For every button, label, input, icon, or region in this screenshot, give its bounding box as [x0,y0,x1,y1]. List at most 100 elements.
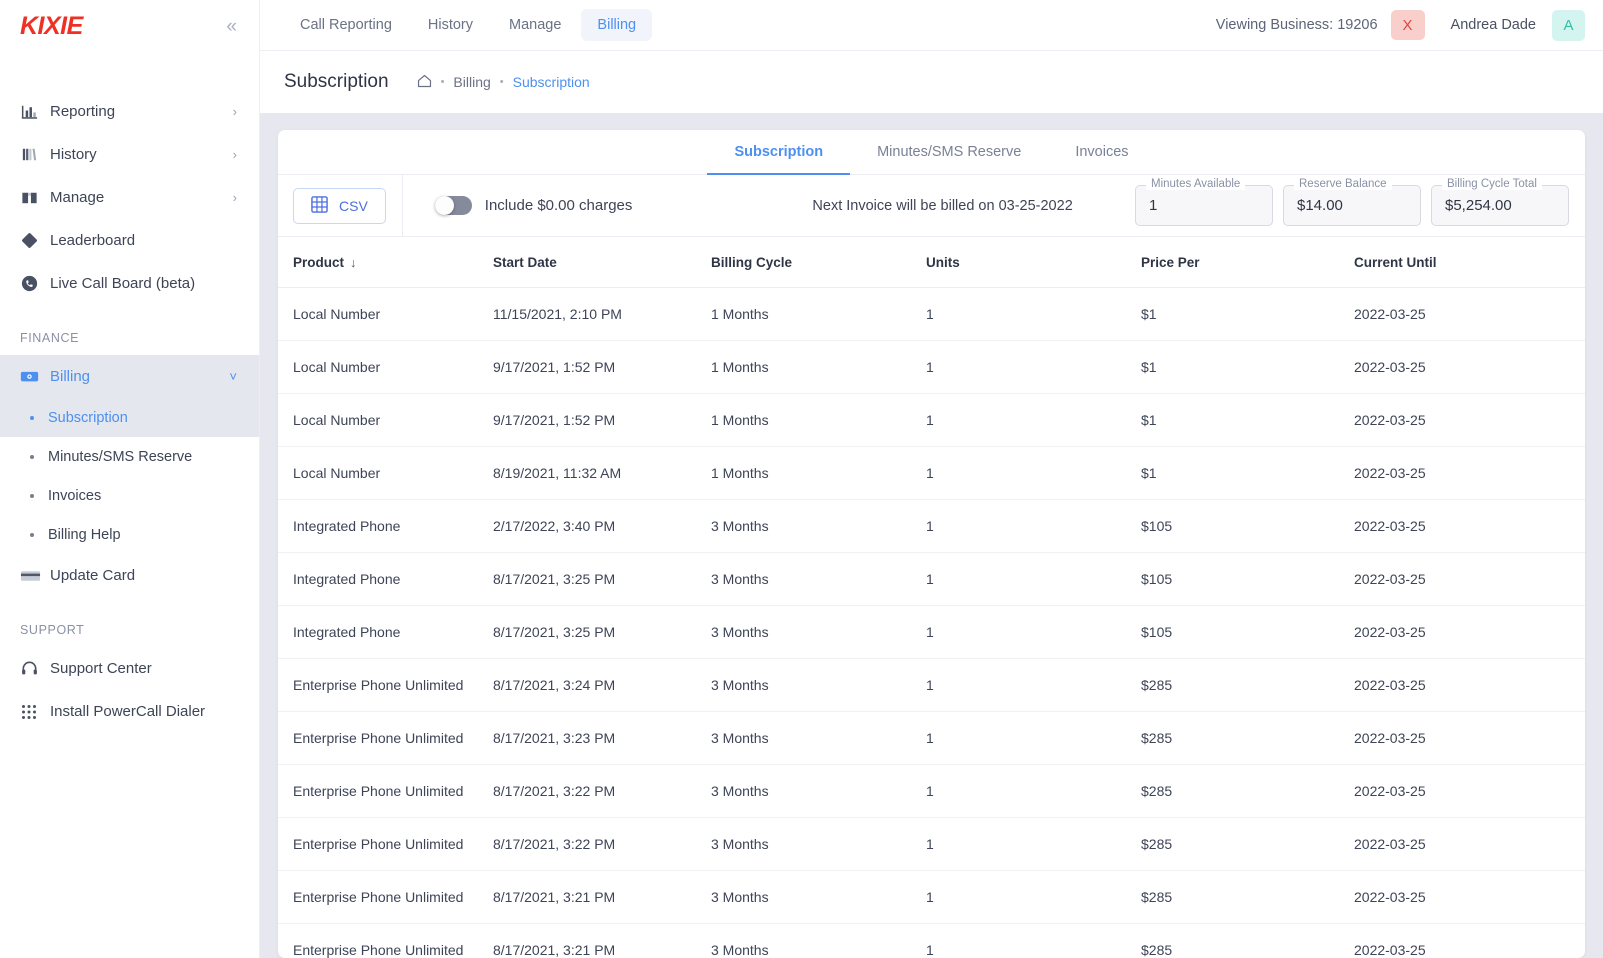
card-tabs: Subscription Minutes/SMS Reserve Invoice… [278,130,1585,175]
card-toolbar: CSV Include $0.00 charges Next Invoice w… [278,175,1585,237]
tab-invoices[interactable]: Invoices [1048,131,1155,175]
home-icon[interactable] [417,74,432,91]
column-header-current-until[interactable]: Current Until [1354,237,1585,288]
table-row[interactable]: Enterprise Phone Unlimited8/17/2021, 3:2… [278,818,1585,871]
tab-call-reporting[interactable]: Call Reporting [284,9,408,41]
cell-units: 1 [926,712,1141,765]
table-row[interactable]: Enterprise Phone Unlimited8/17/2021, 3:2… [278,924,1585,958]
sidebar-item-invoices[interactable]: Invoices [0,476,259,515]
cell-start-date: 8/19/2021, 11:32 AM [493,447,711,500]
table-row[interactable]: Enterprise Phone Unlimited8/17/2021, 3:2… [278,871,1585,924]
tab-history[interactable]: History [412,9,489,41]
top-bar-right: Viewing Business: 19206 X Andrea Dade A [1216,10,1585,41]
cell-billing-cycle: 1 Months [711,394,926,447]
sidebar-item-live-call-board[interactable]: Live Call Board (beta) [0,262,259,305]
cell-units: 1 [926,924,1141,958]
toolbar-divider [402,175,403,237]
breadcrumb-separator: • [441,76,445,88]
column-header-units[interactable]: Units [926,237,1141,288]
cell-product: Integrated Phone [278,553,493,606]
sidebar-item-billing[interactable]: Billing ˅ [0,355,259,398]
sidebar-subitem-label: Invoices [48,488,101,504]
cell-billing-cycle: 1 Months [711,447,926,500]
tab-billing[interactable]: Billing [581,9,652,41]
table-row[interactable]: Enterprise Phone Unlimited8/17/2021, 3:2… [278,712,1585,765]
subscription-table: Product↓ Start Date Billing Cycle Units … [278,237,1585,958]
cell-current-until: 2022-03-25 [1354,447,1585,500]
table-row[interactable]: Integrated Phone2/17/2022, 3:40 PM3 Mont… [278,500,1585,553]
stat-label: Minutes Available [1146,178,1245,190]
sidebar-subitem-label: Minutes/SMS Reserve [48,449,192,465]
sidebar-item-history[interactable]: History › [0,133,259,176]
table-head: Product↓ Start Date Billing Cycle Units … [278,237,1585,288]
tab-minutes-sms-reserve[interactable]: Minutes/SMS Reserve [850,131,1048,175]
sidebar-item-reporting[interactable]: Reporting › [0,90,259,133]
sidebar-item-label: Support Center [50,660,237,677]
table-row[interactable]: Local Number8/19/2021, 11:32 AM1 Months1… [278,447,1585,500]
cell-units: 1 [926,500,1141,553]
tab-manage[interactable]: Manage [493,9,577,41]
cell-start-date: 8/17/2021, 3:25 PM [493,553,711,606]
table-row[interactable]: Integrated Phone8/17/2021, 3:25 PM3 Mont… [278,553,1585,606]
chevron-right-icon: › [233,190,237,205]
sidebar-item-billing-help[interactable]: Billing Help [0,515,259,554]
table-body: Local Number11/15/2021, 2:10 PM1 Months1… [278,288,1585,958]
cell-current-until: 2022-03-25 [1354,341,1585,394]
breadcrumb-item-billing[interactable]: Billing [453,74,490,90]
cell-price-per: $1 [1141,447,1354,500]
cell-product: Enterprise Phone Unlimited [278,659,493,712]
table-row[interactable]: Integrated Phone8/17/2021, 3:25 PM3 Mont… [278,606,1585,659]
chevron-right-icon: › [233,147,237,162]
column-label: Product [293,255,344,270]
table-row[interactable]: Enterprise Phone Unlimited8/17/2021, 3:2… [278,765,1585,818]
cell-start-date: 8/17/2021, 3:21 PM [493,924,711,958]
cell-price-per: $1 [1141,394,1354,447]
column-header-billing-cycle[interactable]: Billing Cycle [711,237,926,288]
breadcrumb: • Billing • Subscription [417,74,590,91]
cell-price-per: $1 [1141,288,1354,341]
table-row[interactable]: Enterprise Phone Unlimited8/17/2021, 3:2… [278,659,1585,712]
dialpad-icon [20,703,50,721]
cell-current-until: 2022-03-25 [1354,871,1585,924]
sidebar-item-minutes-sms-reserve[interactable]: Minutes/SMS Reserve [0,437,259,476]
tab-subscription[interactable]: Subscription [707,131,850,175]
cell-units: 1 [926,871,1141,924]
sidebar-item-label: Update Card [50,567,237,584]
cell-units: 1 [926,288,1141,341]
cell-price-per: $285 [1141,871,1354,924]
wallet-icon [20,369,50,385]
cell-units: 1 [926,765,1141,818]
sidebar-item-leaderboard[interactable]: Leaderboard [0,219,259,262]
cell-start-date: 9/17/2021, 1:52 PM [493,394,711,447]
bullet-icon [30,416,34,420]
stat-reserve-balance: Reserve Balance $14.00 [1283,185,1421,226]
column-header-product[interactable]: Product↓ [278,237,493,288]
avatar[interactable]: A [1552,10,1585,41]
cell-billing-cycle: 1 Months [711,341,926,394]
sidebar-item-manage[interactable]: Manage › [0,176,259,219]
close-business-button[interactable]: X [1391,10,1425,40]
cell-product: Integrated Phone [278,606,493,659]
user-name-label: Andrea Dade [1451,17,1536,33]
sidebar-item-update-card[interactable]: Update Card [0,554,259,597]
table-row[interactable]: Local Number9/17/2021, 1:52 PM1 Months1$… [278,394,1585,447]
include-zero-charges-toggle[interactable]: Include $0.00 charges [435,196,633,215]
subscription-table-scroll[interactable]: Product↓ Start Date Billing Cycle Units … [278,237,1585,958]
bar-chart-icon [20,102,50,121]
phone-circle-icon [20,274,50,293]
export-csv-button[interactable]: CSV [293,188,386,224]
table-row[interactable]: Local Number11/15/2021, 2:10 PM1 Months1… [278,288,1585,341]
table-row[interactable]: Local Number9/17/2021, 1:52 PM1 Months1$… [278,341,1585,394]
toggle-track[interactable] [435,196,472,215]
sidebar-item-support-center[interactable]: Support Center [0,647,259,690]
cell-start-date: 8/17/2021, 3:24 PM [493,659,711,712]
column-header-price-per[interactable]: Price Per [1141,237,1354,288]
column-header-start-date[interactable]: Start Date [493,237,711,288]
bullet-icon [30,455,34,459]
cell-billing-cycle: 3 Months [711,553,926,606]
sidebar-item-install-powercall-dialer[interactable]: Install PowerCall Dialer [0,690,259,733]
sidebar-item-label: Install PowerCall Dialer [50,703,237,720]
breadcrumb-item-subscription[interactable]: Subscription [513,74,590,90]
sidebar-item-subscription[interactable]: Subscription [0,398,259,437]
chevron-double-left-icon[interactable]: « [222,15,241,38]
